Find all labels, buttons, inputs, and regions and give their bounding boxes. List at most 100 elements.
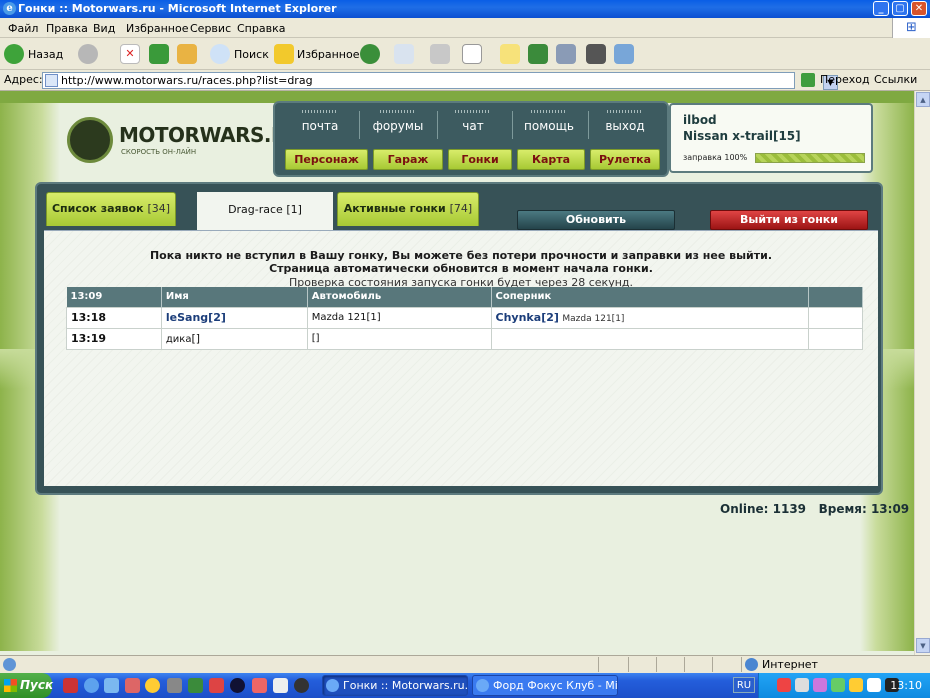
player-name[interactable]: дика [166, 334, 192, 345]
maximize-button[interactable]: ▢ [892, 1, 908, 16]
status-bar: Интернет [0, 655, 930, 673]
taskbar-item-motorwars[interactable]: Гонки :: Motorwars.ru... [322, 675, 468, 696]
start-label: Пуск [20, 678, 54, 692]
quicklaunch-app-icon[interactable] [252, 678, 267, 693]
table-row: 13:18 leSang[2] Mazda 121[1] Chynka[2] M… [66, 306, 863, 329]
nav-chat[interactable]: чат [438, 110, 508, 133]
row-car: [] [306, 327, 492, 350]
messenger-icon[interactable] [614, 44, 634, 64]
tray-icon[interactable] [867, 678, 881, 692]
go-button[interactable]: Переход [820, 73, 870, 86]
nav-map-button[interactable]: Карта [517, 149, 585, 170]
opponent-link[interactable]: Chynka[2] [496, 311, 559, 324]
ie-icon [476, 679, 489, 692]
stop-icon[interactable]: ✕ [120, 44, 140, 64]
quicklaunch-icq-icon[interactable] [188, 678, 203, 693]
quicklaunch-desktop-icon[interactable] [104, 678, 119, 693]
quicklaunch-ie-icon[interactable] [84, 678, 99, 693]
nav-races-button[interactable]: Гонки [448, 149, 512, 170]
nav-divider [588, 111, 589, 139]
quicklaunch-app-icon[interactable] [145, 678, 160, 693]
start-button[interactable]: Пуск [0, 673, 54, 698]
menu-file[interactable]: Файл [8, 22, 38, 35]
tool-icon[interactable] [556, 44, 576, 64]
header-time: 13:09 [66, 287, 162, 307]
tray-icon[interactable] [795, 678, 809, 692]
nav-garage-button[interactable]: Гараж [373, 149, 443, 170]
site-logo[interactable]: MOTORWARS.RU СКОРОСТЬ ОН-ЛАЙН [67, 117, 302, 163]
nav-logout[interactable]: выход [590, 110, 660, 133]
user-car[interactable]: Nissan x-trail[15] [683, 129, 801, 143]
back-button[interactable]: Назад [28, 48, 63, 61]
menu-help[interactable]: Справка [237, 22, 285, 35]
history-icon[interactable] [360, 44, 380, 64]
race-content: Пока никто не вступил в Вашу гонку, Вы м… [44, 230, 878, 486]
refresh-button[interactable]: Обновить [517, 210, 675, 230]
nav-character-button[interactable]: Персонаж [285, 149, 368, 170]
player-link[interactable]: leSang[2] [166, 311, 226, 324]
globe-icon [745, 658, 758, 671]
quicklaunch-app-icon[interactable] [294, 678, 309, 693]
nav-forums[interactable]: форумы [363, 110, 433, 133]
table-row: 13:19 дика[] [] [66, 327, 863, 350]
search-icon[interactable] [210, 44, 230, 64]
vertical-scrollbar[interactable]: ▲ ▼ [914, 91, 930, 655]
security-zone: Интернет [741, 657, 916, 672]
ie-icon: e [3, 2, 16, 15]
tab-drag-race[interactable]: Drag-race [1] [197, 192, 333, 231]
nav-help[interactable]: помощь [514, 110, 584, 133]
home-icon[interactable] [177, 44, 197, 64]
menu-edit[interactable]: Правка [46, 22, 88, 35]
language-indicator[interactable]: RU [733, 677, 755, 693]
address-input[interactable]: http://www.motorwars.ru/races.php?list=d… [42, 72, 838, 90]
page-icon [45, 74, 58, 87]
tray-icon[interactable] [831, 678, 845, 692]
close-button[interactable]: ✕ [911, 1, 927, 16]
quicklaunch-app-icon[interactable] [63, 678, 78, 693]
quicklaunch-app-icon[interactable] [230, 678, 245, 693]
icq-icon[interactable] [528, 44, 548, 64]
quicklaunch-app-icon[interactable] [273, 678, 288, 693]
scroll-down-icon[interactable]: ▼ [916, 638, 930, 653]
go-arrow-icon[interactable] [801, 73, 815, 87]
scroll-up-icon[interactable]: ▲ [916, 92, 930, 107]
tab-request-list[interactable]: Список заявок [34] [46, 192, 176, 226]
tab-active-races[interactable]: Активные гонки [74] [337, 192, 479, 226]
leave-race-button[interactable]: Выйти из гонки [710, 210, 868, 230]
menu-favorites[interactable]: Избранное [126, 22, 188, 35]
quicklaunch-app-icon[interactable] [167, 678, 182, 693]
tray-icon[interactable] [813, 678, 827, 692]
archive-icon[interactable] [586, 44, 606, 64]
user-panel: ilbod Nissan x-trail[15] заправка 100% [669, 103, 873, 173]
title-bar[interactable]: e Гонки :: Motorwars.ru - Microsoft Inte… [0, 0, 930, 18]
nav-roulette-button[interactable]: Рулетка [590, 149, 660, 170]
back-icon[interactable] [4, 44, 24, 64]
links-button[interactable]: Ссылки [874, 73, 917, 86]
taskbar-item-ford-club[interactable]: Форд Фокус Клуб - Micr... [472, 675, 618, 696]
refresh-icon[interactable] [149, 44, 169, 64]
tray-icon[interactable] [849, 678, 863, 692]
tray-icon[interactable] [777, 678, 791, 692]
favorites-button[interactable]: Избранное [297, 48, 359, 61]
edit-icon[interactable] [462, 44, 482, 64]
tab-drag-race-count: [1] [286, 203, 302, 216]
menu-view[interactable]: Вид [93, 22, 115, 35]
search-button[interactable]: Поиск [234, 48, 269, 61]
mail-icon[interactable] [394, 44, 414, 64]
favorites-star-icon[interactable] [274, 44, 294, 64]
forward-icon[interactable] [78, 44, 98, 64]
quicklaunch-app-icon[interactable] [209, 678, 224, 693]
row-empty [808, 327, 863, 350]
notes-icon[interactable] [500, 44, 520, 64]
quicklaunch-media-icon[interactable] [125, 678, 140, 693]
windows-flag-icon [4, 679, 17, 692]
minimize-button[interactable]: _ [873, 1, 889, 16]
user-name[interactable]: ilbod [683, 113, 717, 127]
fuel-bar-fill [756, 154, 864, 162]
print-icon[interactable] [430, 44, 450, 64]
menu-bar: Файл Правка Вид Избранное Сервис Справка… [0, 18, 930, 38]
info-message-2: Страница автоматически обновится в момен… [269, 262, 653, 275]
nav-mail[interactable]: почта [285, 110, 355, 133]
taskbar-item-label: Гонки :: Motorwars.ru... [343, 679, 468, 692]
menu-tools[interactable]: Сервис [190, 22, 231, 35]
